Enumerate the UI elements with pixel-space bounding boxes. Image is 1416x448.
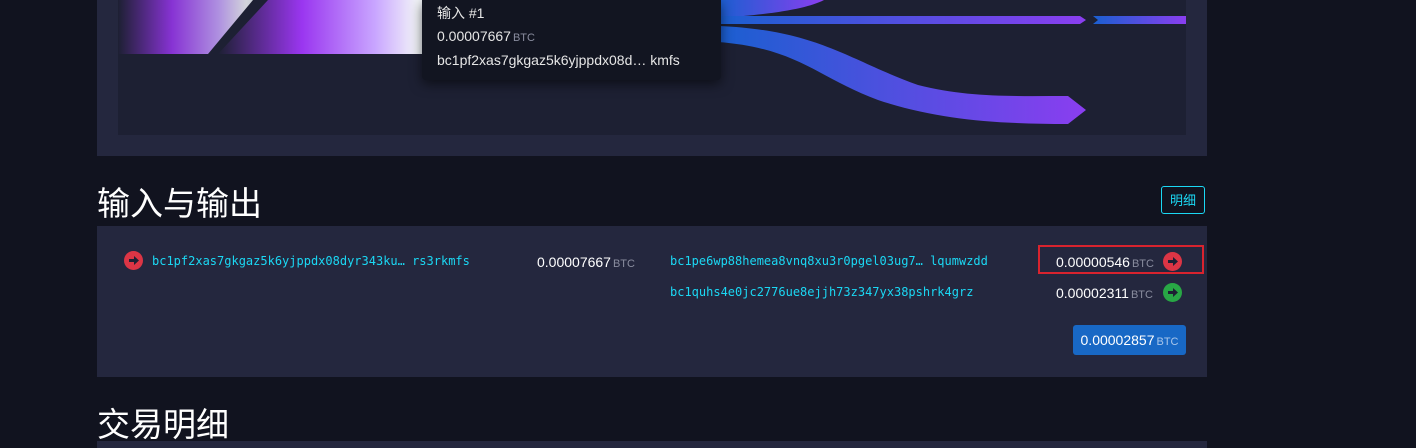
output-unit: BTC — [1130, 289, 1153, 301]
io-section-title: 输入与输出 — [97, 184, 262, 223]
output-flow-thin-1[interactable] — [718, 16, 1086, 24]
output-amount: 0.00002311 BTC — [1056, 285, 1153, 301]
input-flow-arrow[interactable] — [218, 0, 428, 54]
output-address-link[interactable]: bc1pe6wp88hemea8vnq8xu3r0pgel03ug7… lqum… — [670, 254, 988, 268]
input-address-link[interactable]: bc1pf2xas7gkgaz5k6yjppdx08dyr343ku… rs3r… — [152, 254, 470, 268]
input-spent-arrow-icon[interactable] — [124, 251, 143, 270]
tooltip-title: 输入 #1 — [437, 5, 485, 21]
output-address-link[interactable]: bc1quhs4e0jc2776ue8ejjh73z347yx38pshrk4g… — [670, 285, 973, 299]
flow-tooltip: 输入 #1 0.00007667 BTC bc1pf2xas7gkgaz5k6yj… — [422, 0, 721, 80]
tooltip-unit: BTC — [512, 32, 535, 44]
details-section-title: 交易明细 — [97, 405, 229, 444]
input-amount: 0.00007667 BTC — [537, 254, 635, 270]
output-flow-thin-2[interactable] — [1093, 16, 1186, 24]
tooltip-amount: 0.00007667 BTC — [437, 28, 535, 44]
output-flow-large[interactable] — [718, 26, 1086, 124]
input-unit: BTC — [612, 258, 635, 270]
total-unit: BTC — [1156, 336, 1179, 348]
highlight-box — [1038, 245, 1204, 274]
details-panel — [97, 441, 1207, 448]
details-button[interactable]: 明细 — [1161, 186, 1205, 214]
output-unspent-arrow-icon[interactable] — [1163, 283, 1182, 302]
tooltip-address: bc1pf2xas7gkgaz5k6yjppdx08d… kmfs — [437, 52, 680, 68]
total-output-badge: 0.00002857 BTC — [1073, 325, 1186, 355]
output-flow-top[interactable] — [718, 0, 824, 18]
